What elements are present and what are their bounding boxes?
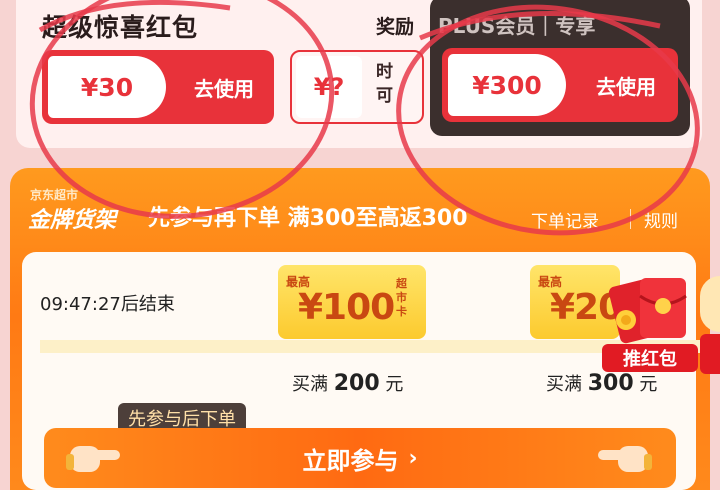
join-button-label: 立即参与 — [302, 446, 399, 475]
chevron-right-icon: › — [408, 445, 418, 471]
threshold-label: 买满 200 元 — [292, 370, 403, 396]
plus-vip-title: PLUS会员｜专享 — [438, 14, 596, 38]
coupon-side-text: 时 可 — [376, 60, 422, 108]
coupon-30[interactable]: ¥30 去使用 — [42, 50, 274, 124]
surprise-redpacket-title: 超级惊喜红包 — [42, 13, 199, 42]
threshold-unit: 元 — [639, 374, 658, 395]
ticket-amount: ¥100 — [298, 287, 395, 328]
coupon-side-line: 可 — [376, 86, 393, 106]
progress-stripe — [40, 340, 700, 353]
coupon-amount: ¥? — [313, 73, 345, 101]
threshold-prefix: 买满 — [546, 374, 582, 395]
order-record-link[interactable]: 下单记录 — [531, 207, 599, 232]
threshold-value: 200 — [333, 371, 380, 396]
side-widget-avatar[interactable] — [700, 276, 720, 332]
reward-text: 奖励 — [376, 16, 415, 38]
reward-ticket-100: 最高 ¥100 超市卡 — [278, 265, 426, 339]
threshold-prefix: 买满 — [292, 374, 328, 395]
coupon-amount-pill: ¥? — [296, 56, 362, 118]
join-now-button[interactable]: 立即参与 › — [44, 428, 676, 488]
coupon-amount: ¥30 — [80, 72, 134, 102]
threshold-unit: 元 — [385, 374, 404, 395]
countdown-timer: 09:47:27后结束 — [40, 294, 175, 315]
rules-link[interactable]: 规则 — [644, 207, 678, 232]
promo-headline: 先参与再下单 满300至高返300 — [148, 206, 468, 231]
side-widget-badge[interactable] — [700, 334, 720, 374]
pointing-hand-icon — [66, 446, 120, 472]
coupon-300[interactable]: ¥300 去使用 — [442, 48, 678, 122]
coupon-amount-pill: ¥300 — [448, 54, 566, 116]
coupon-side-line: 时 — [376, 62, 393, 82]
threshold-value: 300 — [587, 371, 634, 396]
header-divider — [630, 209, 631, 229]
recommend-redpacket-badge[interactable]: 推红包 — [602, 344, 698, 372]
threshold-label: 买满 300 元 — [546, 370, 657, 396]
coupon-amount: ¥300 — [472, 70, 542, 100]
use-coupon-button[interactable]: 去使用 — [574, 48, 678, 122]
use-coupon-button[interactable]: 去使用 — [174, 50, 274, 124]
ticket-type: 超市卡 — [396, 277, 407, 318]
brand-subtitle: 京东超市 — [30, 188, 79, 202]
brand-logo-text: 金牌货架 — [28, 208, 117, 233]
coupon-mystery[interactable]: ¥? 时 可 — [290, 50, 424, 124]
coupon-amount-pill: ¥30 — [48, 56, 166, 118]
pointing-hand-icon — [598, 446, 652, 472]
